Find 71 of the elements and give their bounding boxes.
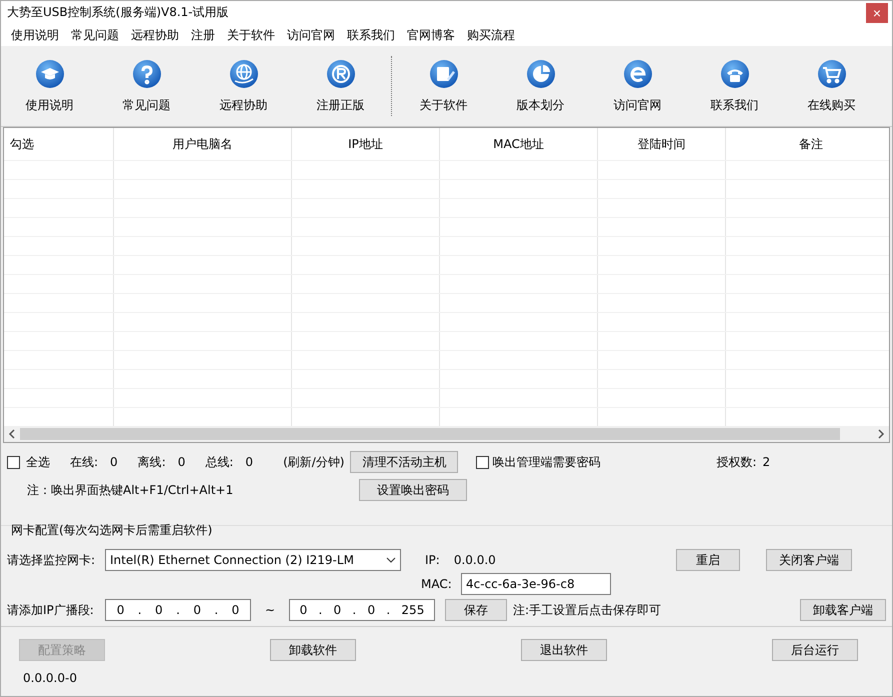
close-button[interactable]: × (866, 2, 888, 22)
mac-label: MAC: (421, 577, 453, 591)
menu-item[interactable]: 注册 (185, 26, 221, 44)
clean-hosts-button[interactable]: 清理不活动主机 (350, 451, 458, 473)
nic-dropdown[interactable]: Intel(R) Ethernet Connection (2) I219-LM (105, 549, 401, 571)
stat-label: 在线: (70, 454, 98, 470)
horizontal-scrollbar[interactable] (4, 426, 889, 442)
globe-icon (228, 58, 258, 88)
toolbar-button[interactable]: 远程协助 (195, 58, 292, 114)
column-header[interactable]: 勾选 (4, 128, 114, 160)
stat-value: 0 (245, 455, 254, 469)
browser-icon (622, 58, 652, 88)
license-count: 2 (762, 455, 770, 469)
stat-value: 0 (178, 455, 186, 469)
menu-item[interactable]: 访问官网 (281, 26, 341, 44)
menu-item[interactable]: 使用说明 (5, 26, 65, 44)
stat-label: 离线: (138, 454, 166, 470)
password-checkbox[interactable]: 唤出管理端需要密码 (476, 454, 600, 470)
cart-icon (816, 58, 846, 88)
mac-field[interactable]: 4c-cc-6a-3e-96-c8 (461, 573, 611, 595)
menu-item[interactable]: 购买流程 (461, 26, 521, 44)
toolbar-button[interactable]: 联系我们 (686, 58, 783, 114)
column-header[interactable]: MAC地址 (440, 128, 598, 160)
column-header[interactable]: 备注 (726, 128, 889, 160)
toolbar-button[interactable]: 访问官网 (589, 58, 686, 114)
restart-button[interactable]: 重启 (676, 549, 740, 571)
toolbar-button[interactable]: 在线购买 (783, 58, 880, 114)
menu-item[interactable]: 常见问题 (65, 26, 125, 44)
save-note: 注:手工设置后点击保存即可 (513, 602, 662, 618)
toolbar-button[interactable]: 常见问题 (98, 58, 195, 114)
menu-item[interactable]: 远程协助 (125, 26, 185, 44)
registered-icon (326, 58, 356, 88)
hotkey-note: 注：唤出界面热键Alt+F1/Ctrl+Alt+1 (27, 482, 234, 498)
nic-label: 请选择监控网卡: (7, 552, 96, 568)
column-header[interactable]: IP地址 (292, 128, 440, 160)
menu-item[interactable]: 官网博客 (401, 26, 461, 44)
close-client-button[interactable]: 关闭客户端 (766, 549, 852, 571)
stat-label: 总线: (205, 454, 234, 470)
stat-value: 0 (110, 455, 118, 469)
range-label: 请添加IP广播段: (7, 602, 95, 618)
window-title: 大势至USB控制系统(服务端)V8.1-试用版 (6, 4, 229, 21)
action-button[interactable]: 退出软件 (521, 639, 607, 661)
document-icon (428, 58, 458, 88)
phone-icon (720, 58, 750, 88)
set-password-button[interactable]: 设置唤出密码 (359, 479, 467, 501)
toolbar-button[interactable]: 使用说明 (1, 58, 98, 114)
menu-item[interactable]: 关于软件 (221, 26, 281, 44)
column-header[interactable]: 用户电脑名 (114, 128, 292, 160)
ip-end-field[interactable]: 0 . 0 . 0 . 255 (289, 599, 435, 621)
action-button[interactable]: 卸载软件 (270, 639, 356, 661)
help-icon (132, 58, 162, 88)
range-separator: ~ (264, 603, 276, 617)
license-label: 授权数: (716, 454, 757, 470)
refresh-label: (刷新/分钟) (283, 454, 344, 470)
toolbar-button[interactable]: 关于软件 (395, 58, 492, 114)
column-header[interactable]: 登陆时间 (598, 128, 726, 160)
uninstall-client-button[interactable]: 卸载客户端 (800, 599, 886, 621)
ip-start-field[interactable]: 0 . 0 . 0 . 0 (105, 599, 251, 621)
select-all-checkbox[interactable]: 全选 (7, 454, 50, 470)
pie-chart-icon (526, 58, 556, 88)
graduation-cap-icon (34, 58, 64, 88)
ip-value: 0.0.0.0 (454, 553, 496, 567)
caret-icon (386, 557, 396, 563)
toolbar-button[interactable]: 版本划分 (492, 58, 589, 114)
menu-item[interactable]: 联系我们 (341, 26, 401, 44)
save-button[interactable]: 保存 (445, 599, 507, 621)
version-label: 0.0.0.0-0 (23, 671, 78, 685)
action-button[interactable]: 后台运行 (772, 639, 858, 661)
ip-label: IP: (425, 553, 440, 567)
group-title: 网卡配置(每次勾选网卡后需重启软件) (10, 522, 214, 539)
toolbar-button[interactable]: 注册正版 (292, 58, 389, 114)
